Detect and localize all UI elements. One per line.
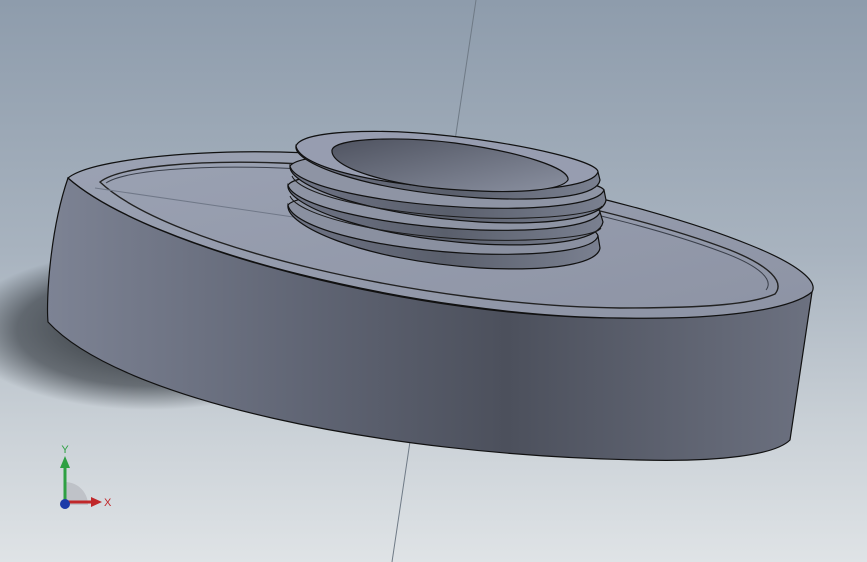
x-axis-arrowhead bbox=[91, 497, 102, 507]
y-axis-label: Y bbox=[61, 444, 69, 456]
model-view[interactable] bbox=[0, 0, 867, 562]
y-axis-arrowhead bbox=[60, 456, 70, 468]
z-axis-dot bbox=[60, 499, 70, 509]
coordinate-triad: Y X bbox=[60, 444, 112, 509]
x-axis-label: X bbox=[104, 497, 112, 509]
graphics-viewport[interactable]: Y X bbox=[0, 0, 867, 562]
